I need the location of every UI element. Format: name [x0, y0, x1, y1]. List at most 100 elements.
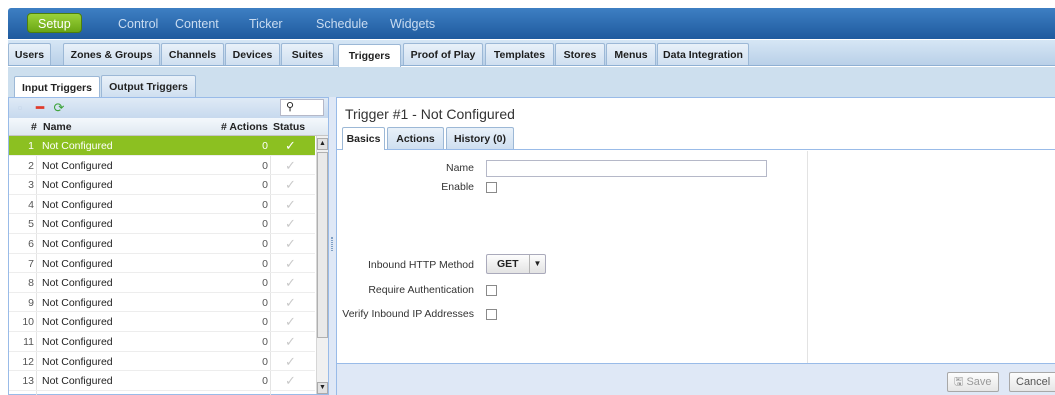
row-number: 7	[28, 257, 34, 270]
row-name: Not Configured	[42, 198, 113, 211]
enable-checkbox[interactable]	[486, 182, 497, 193]
tab-output-triggers[interactable]: Output Triggers	[101, 75, 196, 97]
table-row[interactable]: 1 Not Configured 0 ✓	[9, 136, 315, 156]
tab-zones-groups[interactable]: Zones & Groups	[63, 43, 160, 65]
form-button-bar: 🖫 Save Cancel	[337, 363, 1055, 395]
table-row[interactable]: 6 Not Configured 0 ✓	[9, 234, 315, 254]
table-row[interactable]: 12 Not Configured 0 ✓	[9, 352, 315, 372]
scroll-thumb[interactable]	[317, 152, 328, 338]
scroll-up-icon[interactable]: ▲	[317, 138, 328, 150]
table-row[interactable]: 5 Not Configured 0 ✓	[9, 214, 315, 234]
tab-users[interactable]: Users	[8, 43, 51, 65]
row-number: 5	[28, 218, 34, 231]
table-row[interactable]: 11 Not Configured 0 ✓	[9, 332, 315, 352]
trigger-detail-panel: Trigger #1 - Not Configured Basics Actio…	[336, 97, 1055, 395]
tab-suites[interactable]: Suites	[281, 43, 334, 65]
status-check-icon: ✓	[285, 275, 296, 291]
tab-proof-of-play[interactable]: Proof of Play	[403, 43, 483, 65]
col-status-header[interactable]: Status	[273, 121, 305, 133]
search-icon: ⚲	[286, 101, 295, 113]
grid-scrollbar[interactable]: ▲ ▼	[316, 136, 328, 394]
tab-stores[interactable]: Stores	[555, 43, 605, 65]
col-name-header[interactable]: Name	[43, 121, 72, 133]
row-name: Not Configured	[42, 237, 113, 250]
nav-content[interactable]: Content	[175, 14, 219, 34]
table-row[interactable]: 3 Not Configured 0 ✓	[9, 175, 315, 195]
refresh-icon[interactable]: ⟳	[52, 101, 66, 115]
row-actions-count: 0	[262, 375, 268, 388]
tab-basics[interactable]: Basics	[342, 127, 385, 150]
row-number: 13	[22, 375, 34, 388]
table-row[interactable]: 9 Not Configured 0 ✓	[9, 293, 315, 313]
tab-history[interactable]: History (0)	[446, 127, 514, 149]
status-check-icon: ✓	[285, 314, 296, 330]
row-name: Not Configured	[42, 179, 113, 192]
tab-triggers[interactable]: Triggers	[338, 44, 401, 67]
row-name: Not Configured	[42, 355, 113, 368]
chevron-down-icon[interactable]: ▼	[529, 255, 545, 273]
table-row[interactable]: 7 Not Configured 0 ✓	[9, 254, 315, 274]
remove-icon[interactable]: ━	[33, 101, 47, 115]
nav-ticker[interactable]: Ticker	[249, 14, 283, 34]
auth-checkbox[interactable]	[486, 285, 497, 296]
setup-tabs-bar: Users Zones & Groups Channels Devices Su…	[8, 40, 1055, 67]
row-actions-count: 0	[262, 179, 268, 192]
row-name: Not Configured	[42, 316, 113, 329]
status-check-icon: ✓	[285, 255, 296, 271]
nav-widgets[interactable]: Widgets	[390, 14, 435, 34]
status-check-icon: ✓	[285, 138, 296, 153]
nav-control[interactable]: Control	[118, 14, 158, 34]
row-number: 4	[28, 198, 34, 211]
col-num-header[interactable]: #	[31, 121, 37, 133]
row-actions-count: 0	[262, 257, 268, 270]
table-row[interactable]: 10 Not Configured 0 ✓	[9, 312, 315, 332]
row-actions-count: 0	[262, 218, 268, 231]
col-actions-header[interactable]: # Actions	[221, 121, 268, 133]
table-row[interactable]: 2 Not Configured 0 ✓	[9, 156, 315, 176]
new-doc-icon[interactable]: ▫	[13, 101, 27, 115]
row-name: Not Configured	[42, 140, 113, 152]
cancel-button[interactable]: Cancel	[1009, 372, 1055, 392]
row-actions-count: 0	[262, 335, 268, 348]
save-label: Save	[966, 376, 992, 388]
verify-ip-checkbox[interactable]	[486, 309, 497, 320]
auth-label: Require Authentication	[368, 284, 474, 296]
http-method-select[interactable]: GET ▼	[486, 254, 546, 274]
status-check-icon: ✓	[285, 157, 296, 173]
tab-actions[interactable]: Actions	[387, 127, 444, 149]
tab-channels[interactable]: Channels	[161, 43, 224, 65]
status-check-icon: ✓	[285, 373, 296, 389]
table-row[interactable]: 4 Not Configured 0 ✓	[9, 195, 315, 215]
row-name: Not Configured	[42, 335, 113, 348]
tab-data-integration[interactable]: Data Integration	[657, 43, 749, 65]
row-name: Not Configured	[42, 296, 113, 309]
grid-toolbar: ▫ ━ ⟳ ⚲	[9, 98, 328, 118]
tab-menus[interactable]: Menus	[606, 43, 656, 65]
nav-setup[interactable]: Setup	[27, 13, 82, 33]
basics-form: Name Enable Inbound HTTP Method GET ▼ Re…	[337, 151, 808, 363]
table-row[interactable]: 8 Not Configured 0 ✓	[9, 273, 315, 293]
row-actions-count: 0	[262, 198, 268, 211]
tab-input-triggers[interactable]: Input Triggers	[14, 76, 100, 98]
table-row[interactable]: 13 Not Configured 0 ✓	[9, 371, 315, 391]
scroll-down-icon[interactable]: ▼	[317, 382, 328, 394]
row-number: 1	[28, 140, 34, 152]
tab-devices[interactable]: Devices	[225, 43, 280, 65]
detail-title: Trigger #1 - Not Configured	[345, 106, 515, 122]
trigger-list-panel: ▫ ━ ⟳ ⚲ # Name # Actions Status 1 Not Con…	[8, 97, 329, 395]
row-number: 2	[28, 159, 34, 172]
verify-ip-label: Verify Inbound IP Addresses	[342, 308, 474, 320]
row-name: Not Configured	[42, 218, 113, 231]
name-field[interactable]	[486, 160, 767, 177]
nav-schedule[interactable]: Schedule	[316, 14, 368, 34]
status-check-icon: ✓	[285, 353, 296, 369]
status-check-icon: ✓	[285, 333, 296, 349]
row-actions-count: 0	[262, 296, 268, 309]
row-name: Not Configured	[42, 257, 113, 270]
search-button[interactable]: ⚲	[280, 99, 324, 116]
status-check-icon: ✓	[285, 177, 296, 193]
panel-splitter[interactable]	[329, 97, 336, 395]
row-number: 8	[28, 277, 34, 290]
save-button[interactable]: 🖫 Save	[947, 372, 999, 392]
tab-templates[interactable]: Templates	[485, 43, 554, 65]
